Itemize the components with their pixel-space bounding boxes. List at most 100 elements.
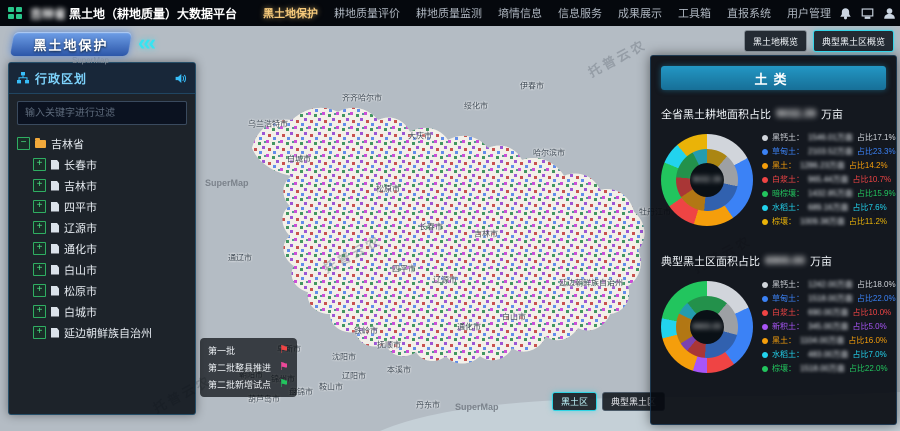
legend-label: 棕壤： [772, 363, 796, 374]
tree-item-city[interactable]: 长春市 [17, 154, 187, 175]
app-screen: 齐齐哈尔市 乌兰浩特市 大庆市 绥化市 伊春市 哈尔滨市 牡丹江市 白城市 松原… [0, 0, 900, 431]
expand-icon[interactable] [33, 326, 46, 339]
search-input[interactable] [17, 101, 187, 125]
legend-value: 1104.00万亩 [800, 335, 844, 346]
tree-item-city[interactable]: 四平市 [17, 196, 187, 217]
tree-item-city[interactable]: 吉林市 [17, 175, 187, 196]
tree-item-label: 延边朝鲜族自治州 [64, 325, 152, 341]
province-soil-chart-row: 9032.39 黑钙土： 1546.01万亩 占比17.1% 草甸土： [661, 132, 886, 227]
donut-chart-typical: 6900.00 [661, 281, 753, 373]
nav-item[interactable]: 黑土地保护 [255, 5, 326, 21]
overview-buttons: 黑土地概览 典型黑土区概览 [744, 30, 894, 52]
page-badge: 黑土地保护 [12, 32, 130, 56]
app-title: 吉林省 黑土地（耕地质量）大数据平台 [30, 5, 237, 22]
legend-row: 水稻土： 483.00万亩 占比7.0% [762, 349, 886, 360]
legend-dot [762, 177, 768, 183]
legend-row: 白浆土： 690.00万亩 占比10.0% [762, 307, 886, 318]
pilot-legend-row[interactable]: 第二批新增试点 [208, 378, 289, 391]
expand-icon[interactable] [33, 284, 46, 297]
expand-icon[interactable] [33, 305, 46, 318]
legend-value: 1242.00万亩 [808, 279, 853, 290]
nav-item[interactable]: 工具箱 [670, 5, 719, 21]
sidebar-header: 行政区划 [9, 63, 195, 94]
collapse-chevrons-icon[interactable]: ‹‹‹ [138, 30, 154, 56]
nav-item[interactable]: 耕地质量评价 [326, 5, 408, 21]
tree-item-city[interactable]: 白城市 [17, 301, 187, 322]
fullscreen-icon[interactable] [861, 7, 874, 20]
legend-percent: 占比11.2% [849, 216, 887, 227]
donut-total: 6900.00 [693, 322, 722, 331]
legend-label: 黑钙土： [772, 132, 804, 143]
legend-row: 草甸土： 2103.52万亩 占比23.3% [762, 146, 886, 157]
pilot-legend-row[interactable]: 第一批 [208, 344, 289, 357]
soil-type-tab[interactable]: 土类 [661, 66, 886, 90]
region-tree: 吉林省 长春市 吉林市 [9, 129, 195, 347]
bell-icon[interactable] [839, 7, 852, 20]
legend-label: 新积土： [772, 321, 804, 332]
tree-item-city[interactable]: 辽源市 [17, 217, 187, 238]
tree-item-city[interactable]: 松原市 [17, 280, 187, 301]
tree-item-label: 四平市 [64, 199, 97, 215]
flag-icon [279, 346, 289, 355]
tree-item-city[interactable]: 白山市 [17, 259, 187, 280]
user-icon[interactable] [883, 7, 896, 20]
donut-center: 6900.00 [690, 310, 724, 344]
nav-item[interactable]: 用户管理 [779, 5, 839, 21]
legend-dot [762, 324, 768, 330]
donut-total: 9032.39 [693, 175, 722, 184]
legend-typical: 黑钙土： 1242.00万亩 占比18.0% 草甸土： 1518.00万亩 占比… [762, 279, 886, 374]
black-soil-overview-button[interactable]: 黑土地概览 [744, 30, 807, 52]
legend-row: 黑钙土： 1546.01万亩 占比17.1% [762, 132, 886, 143]
legend-percent: 占比10.0% [852, 307, 891, 318]
nav-item[interactable]: 墒情信息 [490, 5, 550, 21]
legend-percent: 占比17.1% [857, 132, 896, 143]
tree-children: 长春市 吉林市 四平市 [17, 154, 187, 343]
expand-icon[interactable] [33, 158, 46, 171]
typical-black-soil-overview-button[interactable]: 典型黑土区概览 [813, 30, 894, 52]
tree-item-city[interactable]: 延边朝鲜族自治州 [17, 322, 187, 343]
tree-root-jilin[interactable]: 吉林省 [17, 133, 187, 154]
nav-item[interactable]: 信息服务 [550, 5, 610, 21]
legend-value: 345.00万亩 [808, 321, 848, 332]
document-icon [51, 307, 59, 317]
nav-item[interactable]: 成果展示 [610, 5, 670, 21]
section-title-province: 全省黑土耕地面积占比 9032.39 万亩 [661, 106, 886, 122]
legend-percent: 占比15.9% [857, 188, 896, 199]
legend-label: 黑钙土： [772, 279, 804, 290]
legend-dot [762, 310, 768, 316]
expand-icon[interactable] [33, 242, 46, 255]
black-soil-layer-toggle[interactable]: 黑土区 [552, 392, 597, 411]
flag-icon [279, 380, 289, 389]
donut-chart-province: 9032.39 [661, 134, 753, 226]
expand-icon[interactable] [33, 221, 46, 234]
expand-icon[interactable] [33, 263, 46, 276]
tree-item-label: 松原市 [64, 283, 97, 299]
supermap-attribution: SuperMap [72, 56, 109, 65]
nav-item[interactable]: 耕地质量监测 [408, 5, 490, 21]
sidebar-title: 行政区划 [35, 70, 87, 87]
top-header: 吉林省 黑土地（耕地质量）大数据平台 黑土地保护耕地质量评价耕地质量监测墒情信息… [0, 0, 900, 26]
pilot-legend: 第一批 第二批整县推进 第二批新增试点 [200, 338, 297, 397]
legend-row: 水稻土： 689.16万亩 占比7.6% [762, 202, 886, 213]
tree-item-label: 长春市 [64, 157, 97, 173]
page-badge-label: 黑土地保护 [12, 32, 130, 56]
expand-icon[interactable] [33, 200, 46, 213]
legend-label: 棕壤： [772, 216, 796, 227]
legend-label: 暗棕壤： [772, 188, 804, 199]
pilot-legend-row[interactable]: 第二批整县推进 [208, 361, 289, 374]
province-name: 吉林省 [30, 5, 66, 22]
sidebar-search [9, 94, 195, 129]
legend-label: 水稻土： [772, 202, 804, 213]
legend-row: 黑土： 1104.00万亩 占比16.0% [762, 335, 886, 346]
legend-value: 2103.52万亩 [808, 146, 853, 157]
legend-value: 689.16万亩 [808, 202, 848, 213]
collapse-icon[interactable] [17, 137, 30, 150]
tree-item-city[interactable]: 通化市 [17, 238, 187, 259]
legend-label: 白浆土： [772, 174, 804, 185]
document-icon [51, 202, 59, 212]
expand-icon[interactable] [33, 179, 46, 192]
nav-item[interactable]: 直报系统 [719, 5, 779, 21]
legend-dot [762, 163, 768, 169]
speaker-icon[interactable] [174, 72, 187, 85]
legend-percent: 占比10.7% [852, 174, 891, 185]
